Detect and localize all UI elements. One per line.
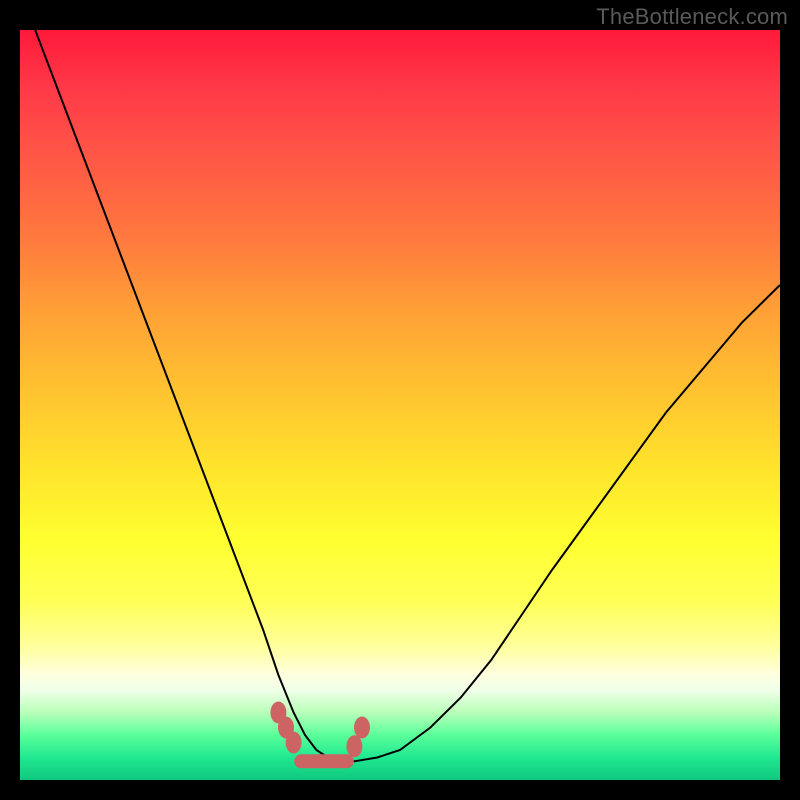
plot-area (20, 30, 780, 780)
curve-marker (346, 735, 362, 757)
curve-markers (270, 702, 370, 758)
bottleneck-curve (35, 30, 780, 761)
curve-marker (286, 732, 302, 754)
curve-marker (354, 717, 370, 739)
chart-svg (20, 30, 780, 780)
chart-frame: TheBottleneck.com (0, 0, 800, 800)
watermark-text: TheBottleneck.com (596, 4, 788, 30)
